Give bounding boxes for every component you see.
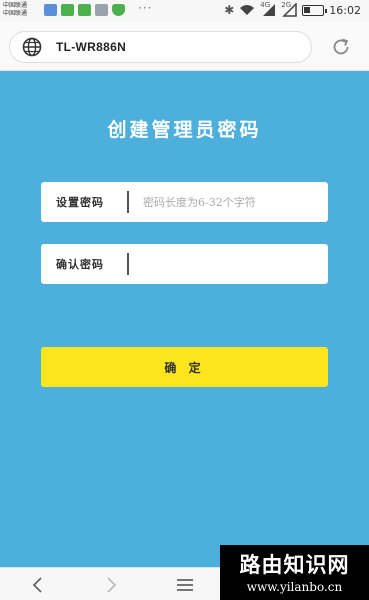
back-icon[interactable]	[26, 574, 50, 596]
password-field[interactable]: 设置密码	[41, 182, 328, 222]
watermark-title: 路由知识网	[239, 553, 350, 577]
reload-icon[interactable]	[330, 36, 352, 58]
confirm-password-field[interactable]: 确认密码	[41, 244, 328, 284]
wechat-notification-icon	[61, 4, 74, 16]
signal-4g-icon: 4G	[260, 1, 276, 17]
page-title: 创建管理员密码	[107, 119, 262, 141]
network-4g-label: 4G	[260, 1, 271, 9]
forward-icon[interactable]	[99, 574, 123, 596]
password-input[interactable]	[129, 182, 328, 222]
status-bar: 中国联通 中国联通 ··· ✱ 4G 2G 16:02	[0, 0, 369, 22]
message-notification-icon	[78, 4, 91, 16]
more-notifications-icon: ···	[138, 1, 153, 15]
image-notification-icon	[95, 4, 108, 16]
menu-icon[interactable]	[173, 574, 197, 596]
globe-icon	[22, 37, 42, 57]
clock: 16:02	[329, 3, 361, 17]
bluetooth-icon: ✱	[224, 3, 235, 17]
confirm-password-label: 确认密码	[56, 258, 104, 271]
confirm-password-input[interactable]	[129, 244, 328, 284]
site-watermark: 路由知识网 www.yilanbo.cn	[220, 545, 369, 600]
confirm-button[interactable]: 确 定	[41, 347, 328, 387]
battery-level	[304, 6, 311, 13]
url-text: TL-WR886N	[56, 40, 127, 54]
carrier-info: 中国联通 中国联通	[3, 2, 27, 18]
browser-address-bar: TL-WR886N	[0, 22, 369, 71]
carrier-line-1: 中国联通	[3, 2, 28, 9]
password-label: 设置密码	[56, 196, 104, 209]
shield-notification-icon	[112, 4, 125, 16]
carrier-line-2: 中国联通	[3, 10, 28, 17]
router-setup-page: 创建管理员密码 设置密码 确认密码 确 定	[0, 71, 369, 567]
url-field[interactable]: TL-WR886N	[9, 31, 312, 63]
network-2g-label: 2G	[281, 1, 292, 9]
signal-2g-icon: 2G	[281, 1, 298, 17]
wifi-icon	[239, 4, 255, 16]
photo-notification-icon	[44, 4, 57, 16]
battery-icon	[302, 4, 328, 16]
watermark-url: www.yilanbo.cn	[246, 580, 343, 594]
notification-icons	[44, 4, 125, 16]
